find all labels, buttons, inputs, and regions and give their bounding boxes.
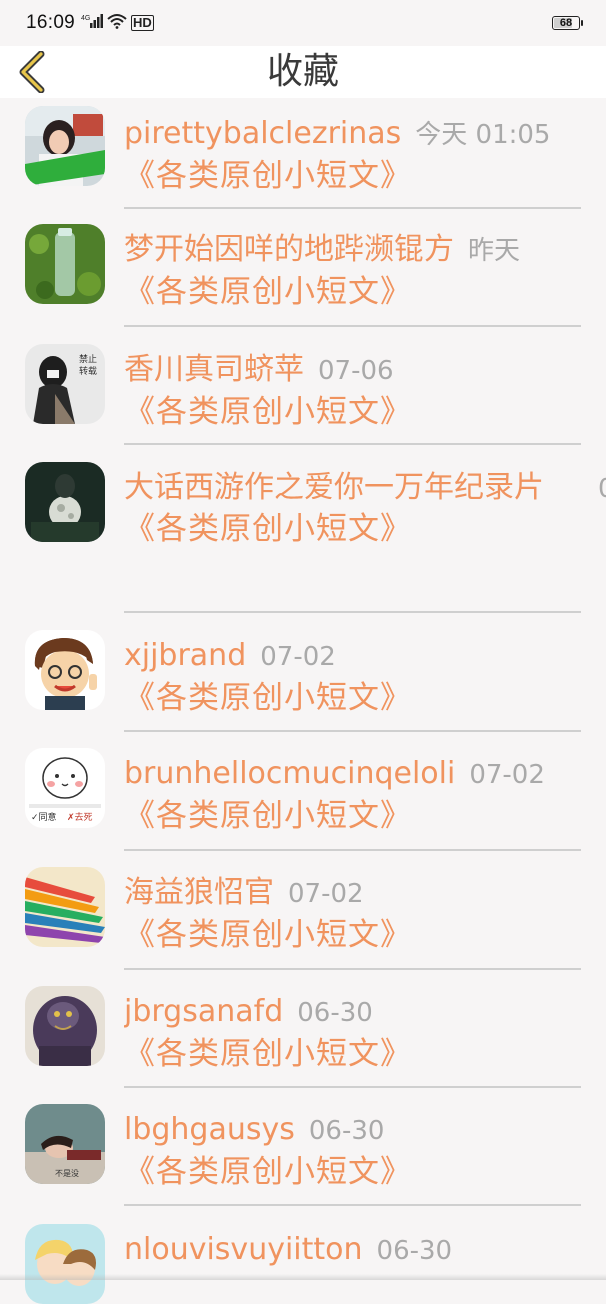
author-name: 香川真司蛴苹 [124, 352, 304, 387]
item-title-line: xjjbrand 07-02 [124, 636, 606, 677]
avatar [25, 630, 105, 710]
list-item[interactable]: ✓同意 ✗去死 brunhellocmucinqeloli 07-02 《各类原创… [0, 732, 606, 851]
author-name: lbghgausys [124, 1112, 295, 1147]
list-item[interactable]: 梦开始因咩的地跸濒锟方 昨天 《各类原创小短文》 [0, 210, 606, 328]
author-name: xjjbrand [124, 638, 247, 673]
collection-name: 《各类原创小短文》 [124, 680, 412, 716]
timestamp: 07-02 [469, 760, 545, 790]
list-item[interactable]: pirettybalclezrinas 今天 01:05 《各类原创小短文》 [0, 98, 606, 210]
avatar [25, 1224, 105, 1304]
timestamp: 0 [598, 474, 606, 504]
avatar [25, 224, 105, 304]
network-type-label: 4G [81, 15, 90, 22]
item-title-line: pirettybalclezrinas 今天 01:05 [124, 114, 606, 155]
avatar: 禁止 转载 [25, 344, 105, 424]
divider [124, 443, 581, 445]
page-title: 收藏 [266, 51, 339, 92]
collection-name: 《各类原创小短文》 [124, 1154, 412, 1190]
list-item[interactable]: 大话西游作之爱你一万年纪录片 《各类原创小短文》 0 [0, 446, 606, 614]
list-item[interactable]: jbrgsanafd 06-30 《各类原创小短文》 [0, 970, 606, 1088]
author-name: jbrgsanafd [124, 994, 284, 1029]
timestamp: 07-06 [318, 356, 394, 386]
divider [124, 207, 581, 209]
author-name: pirettybalclezrinas [124, 116, 402, 151]
item-title-line: nlouvisvuyiitton 06-30 [124, 1230, 606, 1271]
avatar [25, 106, 105, 186]
author-name: brunhellocmucinqeloli [124, 756, 456, 791]
hd-label: HD [131, 15, 154, 31]
item-title-line: lbghgausys 06-30 [124, 1110, 606, 1151]
battery-level: 68 [559, 17, 573, 29]
avatar [25, 462, 105, 542]
svg-text:转载: 转载 [79, 365, 97, 377]
item-title-line: 海益狼怊官 07-02 [124, 873, 606, 914]
timestamp: 06-30 [308, 1116, 385, 1146]
list-item[interactable]: 不是没 lbghgausys 06-30 《各类原创小短文》 [0, 1088, 606, 1206]
status-bar: 16:09 4G HD 68 [0, 0, 606, 46]
item-title-line: brunhellocmucinqeloli 07-02 [124, 754, 606, 795]
item-title-line: 大话西游作之爱你一万年纪录片 [124, 468, 604, 508]
divider [124, 325, 581, 327]
svg-text:禁止: 禁止 [79, 353, 97, 365]
divider [124, 611, 581, 613]
status-icons: 4G HD [81, 13, 154, 33]
item-title-line: 香川真司蛴苹 07-06 [124, 350, 606, 391]
svg-text:✗去死: ✗去死 [67, 811, 93, 823]
collection-name: 《各类原创小短文》 [124, 274, 412, 310]
item-title-line: jbrgsanafd 06-30 [124, 992, 606, 1033]
svg-text:✓同意: ✓同意 [31, 811, 57, 823]
avatar [25, 986, 105, 1066]
item-title-line: 梦开始因咩的地跸濒锟方 昨天 [124, 230, 606, 271]
signal-icon: 4G [81, 13, 104, 33]
author-name: nlouvisvuyiitton [124, 1232, 363, 1267]
collection-name: 《各类原创小短文》 [124, 511, 412, 547]
author-name: 大话西游作之爱你一万年纪录片 [124, 470, 544, 505]
avatar [25, 867, 105, 947]
list-item[interactable]: xjjbrand 07-02 《各类原创小短文》 [0, 614, 606, 732]
collection-name: 《各类原创小短文》 [124, 798, 412, 834]
collection-name: 《各类原创小短文》 [124, 917, 412, 953]
avatar: 不是没 [25, 1104, 105, 1184]
timestamp: 06-30 [297, 998, 373, 1028]
collection-name: 《各类原创小短文》 [124, 158, 412, 194]
author-name: 梦开始因咩的地跸濒锟方 [124, 232, 454, 267]
timestamp: 今天 01:05 [415, 120, 551, 150]
timestamp: 昨天 [468, 236, 521, 266]
list-item[interactable]: 禁止 转载 香川真司蛴苹 07-06 《各类原创小短文》 [0, 328, 606, 446]
battery-icon: 68 [552, 16, 583, 30]
list-item[interactable]: 海益狼怊官 07-02 《各类原创小短文》 [0, 851, 606, 970]
timestamp: 07-02 [288, 879, 364, 909]
collection-name: 《各类原创小短文》 [124, 394, 412, 430]
title-bar: 收藏 [0, 46, 606, 98]
svg-text:不是没: 不是没 [55, 1168, 79, 1178]
wifi-icon [106, 13, 128, 33]
timestamp: 07-02 [260, 642, 336, 672]
timestamp: 06-30 [376, 1236, 453, 1266]
author-name: 海益狼怊官 [124, 875, 274, 910]
bottom-edge-shadow [0, 1274, 606, 1280]
status-time: 16:09 [26, 12, 76, 33]
avatar: ✓同意 ✗去死 [25, 748, 105, 828]
collection-name: 《各类原创小短文》 [124, 1036, 412, 1072]
list-item[interactable]: nlouvisvuyiitton 06-30 [0, 1206, 606, 1304]
